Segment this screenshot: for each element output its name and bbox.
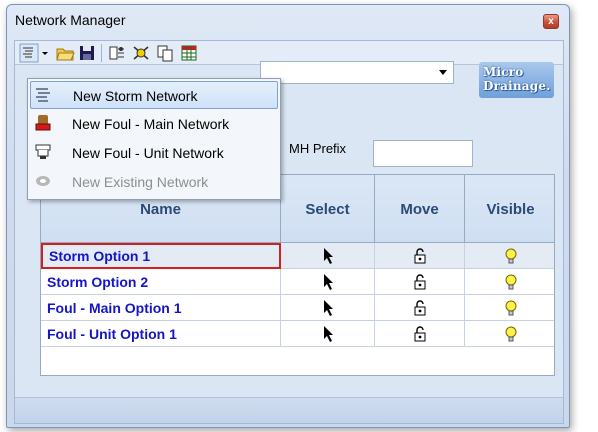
row-name-cell[interactable]: Storm Option 2 (41, 269, 281, 295)
padlock-icon (414, 300, 425, 316)
move-cell[interactable] (375, 243, 465, 269)
move-cell[interactable] (375, 321, 465, 347)
copy-icon (157, 45, 173, 62)
move-cell[interactable] (375, 295, 465, 321)
row-name-cell[interactable]: Storm Option 1 (41, 243, 281, 269)
delete-network-icon (133, 46, 149, 60)
menu-item-new-storm-network[interactable]: New Storm Network (30, 81, 278, 109)
new-network-dropdown-button[interactable] (19, 43, 51, 63)
existing-network-icon (36, 176, 50, 186)
table-row[interactable]: Storm Option 2 (41, 269, 554, 295)
arrow-cursor-icon (323, 300, 333, 316)
padlock-icon (414, 326, 425, 342)
menu-item-label: New Storm Network (73, 88, 198, 104)
foul-main-network-icon (35, 115, 51, 131)
mh-prefix-label: MH Prefix (289, 141, 347, 156)
status-bar (15, 397, 563, 423)
menu-item-label: New Foul - Main Network (72, 116, 230, 132)
visible-cell[interactable] (465, 321, 556, 347)
lightbulb-icon (505, 274, 516, 290)
table-row[interactable]: Foul - Main Option 1 (41, 295, 554, 321)
lightbulb-icon (505, 326, 516, 342)
column-header-select[interactable]: Select (281, 175, 375, 243)
visible-cell[interactable] (465, 295, 556, 321)
padlock-icon (414, 274, 425, 290)
table-row[interactable]: Storm Option 1 (41, 243, 554, 269)
foul-unit-network-icon (35, 144, 51, 159)
visible-cell[interactable] (465, 243, 556, 269)
menu-item-new-foul-unit-network[interactable]: New Foul - Unit Network (30, 139, 278, 167)
network-properties-icon (109, 46, 124, 60)
chevron-down-icon[interactable] (439, 70, 447, 75)
network-combo[interactable] (260, 61, 454, 84)
new-network-dropdown-icon (19, 43, 48, 63)
lightbulb-icon (505, 248, 516, 264)
move-cell[interactable] (375, 269, 465, 295)
menu-item-label: New Existing Network (72, 174, 209, 190)
grid-button[interactable] (179, 43, 199, 63)
table-row[interactable]: Foul - Unit Option 1 (41, 321, 554, 347)
open-folder-icon (56, 48, 75, 61)
delete-network-button[interactable] (131, 43, 151, 63)
network-properties-button[interactable] (107, 43, 127, 63)
select-cell[interactable] (281, 243, 375, 269)
logo-line2: Drainage. (483, 79, 551, 93)
network-manager-window: Network Manager x Micro Drainage. MH Pre… (6, 4, 570, 428)
mh-prefix-input[interactable] (373, 140, 473, 167)
new-network-menu: New Storm Network New Foul - Main Networ… (27, 78, 281, 200)
select-cell[interactable] (281, 269, 375, 295)
select-cell[interactable] (281, 321, 375, 347)
column-header-move[interactable]: Move (375, 175, 465, 243)
logo-line1: Micro (483, 65, 524, 79)
menu-item-new-foul-main-network[interactable]: New Foul - Main Network (30, 110, 278, 138)
table-grid-icon (181, 45, 197, 61)
save-disk-icon (80, 46, 94, 60)
arrow-cursor-icon (323, 274, 333, 290)
visible-cell[interactable] (465, 269, 556, 295)
title-bar[interactable]: Network Manager x (7, 5, 569, 35)
open-button[interactable] (55, 43, 75, 63)
arrow-cursor-icon (323, 326, 333, 342)
storm-network-icon (36, 88, 50, 102)
arrow-cursor-icon (323, 248, 333, 264)
padlock-icon (414, 248, 425, 264)
micro-drainage-logo: Micro Drainage. (479, 62, 554, 98)
lightbulb-icon (505, 300, 516, 316)
window-title: Network Manager (15, 12, 126, 28)
row-name-cell[interactable]: Foul - Main Option 1 (41, 295, 281, 321)
column-header-visible[interactable]: Visible (465, 175, 556, 243)
select-cell[interactable] (281, 295, 375, 321)
copy-button[interactable] (155, 43, 175, 63)
close-button[interactable]: x (543, 14, 559, 29)
menu-item-label: New Foul - Unit Network (72, 145, 224, 161)
network-grid: Name Select Move Visible Storm Option 1 (40, 174, 555, 376)
save-button[interactable] (77, 43, 97, 63)
row-name-cell[interactable]: Foul - Unit Option 1 (41, 321, 281, 347)
menu-item-new-existing-network[interactable]: New Existing Network (30, 168, 278, 196)
